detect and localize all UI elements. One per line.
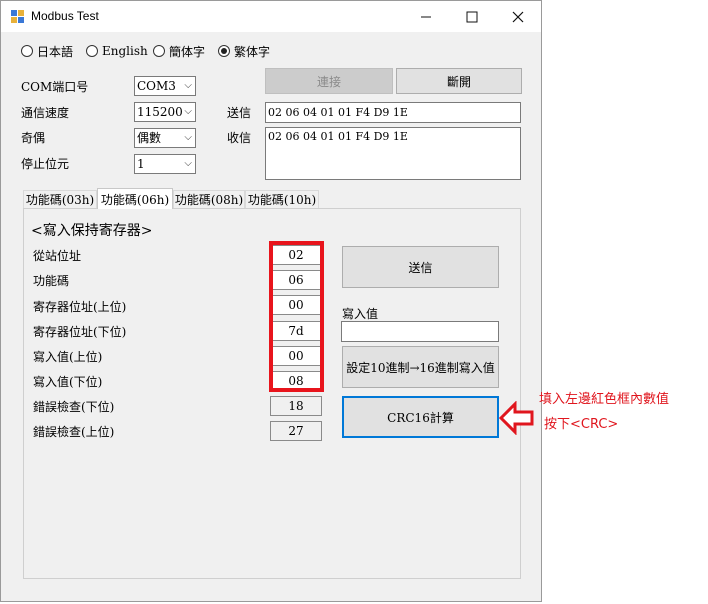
tab-function-10h[interactable]: 功能碼(10h) — [245, 190, 319, 209]
radio-circle-selected — [218, 45, 230, 57]
field-label: 寫入值(下位) — [33, 375, 103, 389]
radio-label: 簡体字 — [169, 44, 206, 59]
stop-bit-label: 停止位元 — [21, 157, 70, 171]
crc-low-output: 18 — [270, 396, 322, 416]
disconnect-button[interactable]: 斷開 — [396, 68, 522, 94]
close-button[interactable] — [495, 1, 541, 32]
radio-circle — [153, 45, 165, 57]
receive-label: 收信 — [227, 131, 252, 145]
radio-japanese[interactable]: 日本語 — [21, 43, 73, 59]
radio-simplified[interactable]: 簡体字 — [153, 43, 205, 59]
maximize-button[interactable] — [449, 1, 495, 32]
arrow-left-icon — [499, 401, 534, 435]
radio-label: English — [102, 44, 148, 58]
receive-field[interactable]: 02 06 04 01 01 F4 D9 1E — [265, 127, 521, 180]
stop-bit-value: 1 — [137, 157, 145, 171]
com-port-label: COM端口号 — [21, 80, 89, 94]
annotation-line2: 按下<CRC> — [544, 417, 619, 432]
baud-rate-select[interactable]: 115200 ⌵ — [134, 102, 196, 122]
parity-label: 奇偶 — [21, 131, 46, 145]
parity-select[interactable]: 偶數 ⌵ — [134, 128, 196, 148]
chevron-down-icon: ⌵ — [184, 106, 192, 117]
radio-traditional[interactable]: 繁体字 — [218, 43, 270, 59]
panel-heading: <寫入保持寄存器> — [31, 223, 153, 239]
com-port-select[interactable]: COM3 ⌵ — [134, 76, 196, 96]
radio-label: 日本語 — [37, 44, 74, 59]
tab-function-08h[interactable]: 功能碼(08h) — [173, 190, 245, 209]
red-highlight-box — [269, 241, 324, 392]
radio-label: 繁体字 — [234, 44, 271, 59]
field-label: 寫入值(上位) — [33, 350, 103, 364]
tab-function-03h[interactable]: 功能碼(03h) — [23, 190, 97, 209]
tab-function-06h[interactable]: 功能碼(06h) — [97, 188, 173, 209]
field-label: 功能碼 — [33, 274, 70, 288]
minimize-icon — [421, 16, 431, 17]
maximize-icon — [466, 11, 478, 22]
stop-bit-select[interactable]: 1 ⌵ — [134, 154, 196, 174]
chevron-down-icon: ⌵ — [184, 158, 192, 169]
field-label: 寄存器位址(上位) — [33, 300, 127, 314]
send-button[interactable]: 送信 — [342, 246, 499, 288]
com-port-value: COM3 — [137, 79, 176, 93]
field-label: 錯誤檢查(下位) — [33, 400, 115, 414]
app-window: Modbus Test 日本語 English 簡体字 繁体字 COM端口号 C… — [0, 0, 542, 602]
close-icon — [512, 11, 524, 22]
field-label: 錯誤檢查(上位) — [33, 425, 115, 439]
send-label: 送信 — [227, 106, 252, 120]
field-label: 寄存器位址(下位) — [33, 325, 127, 339]
annotation-line1: 填入左邊紅色框內數值 — [539, 392, 670, 407]
crc16-calc-button[interactable]: CRC16計算 — [342, 396, 499, 438]
parity-value: 偶數 — [137, 131, 162, 145]
title-bar: Modbus Test — [1, 1, 541, 32]
minimize-button[interactable] — [403, 1, 449, 32]
radio-circle — [86, 45, 98, 57]
send-field[interactable]: 02 06 04 01 01 F4 D9 1E — [265, 102, 521, 123]
write-value-label: 寫入值 — [342, 307, 379, 321]
window-title: Modbus Test — [31, 9, 99, 23]
chevron-down-icon: ⌵ — [184, 132, 192, 143]
crc-high-output: 27 — [270, 421, 322, 441]
chevron-down-icon: ⌵ — [184, 80, 192, 91]
app-icon — [11, 10, 24, 23]
write-value-input[interactable] — [341, 321, 499, 342]
connect-button[interactable]: 連接 — [265, 68, 393, 94]
baud-rate-label: 通信速度 — [21, 106, 70, 120]
radio-english[interactable]: English — [86, 43, 148, 59]
field-label: 從站位址 — [33, 249, 82, 263]
radio-circle — [21, 45, 33, 57]
baud-rate-value: 115200 — [137, 105, 183, 119]
convert-decimal-to-hex-button[interactable]: 設定10進制→16進制寫入值 — [342, 346, 499, 388]
